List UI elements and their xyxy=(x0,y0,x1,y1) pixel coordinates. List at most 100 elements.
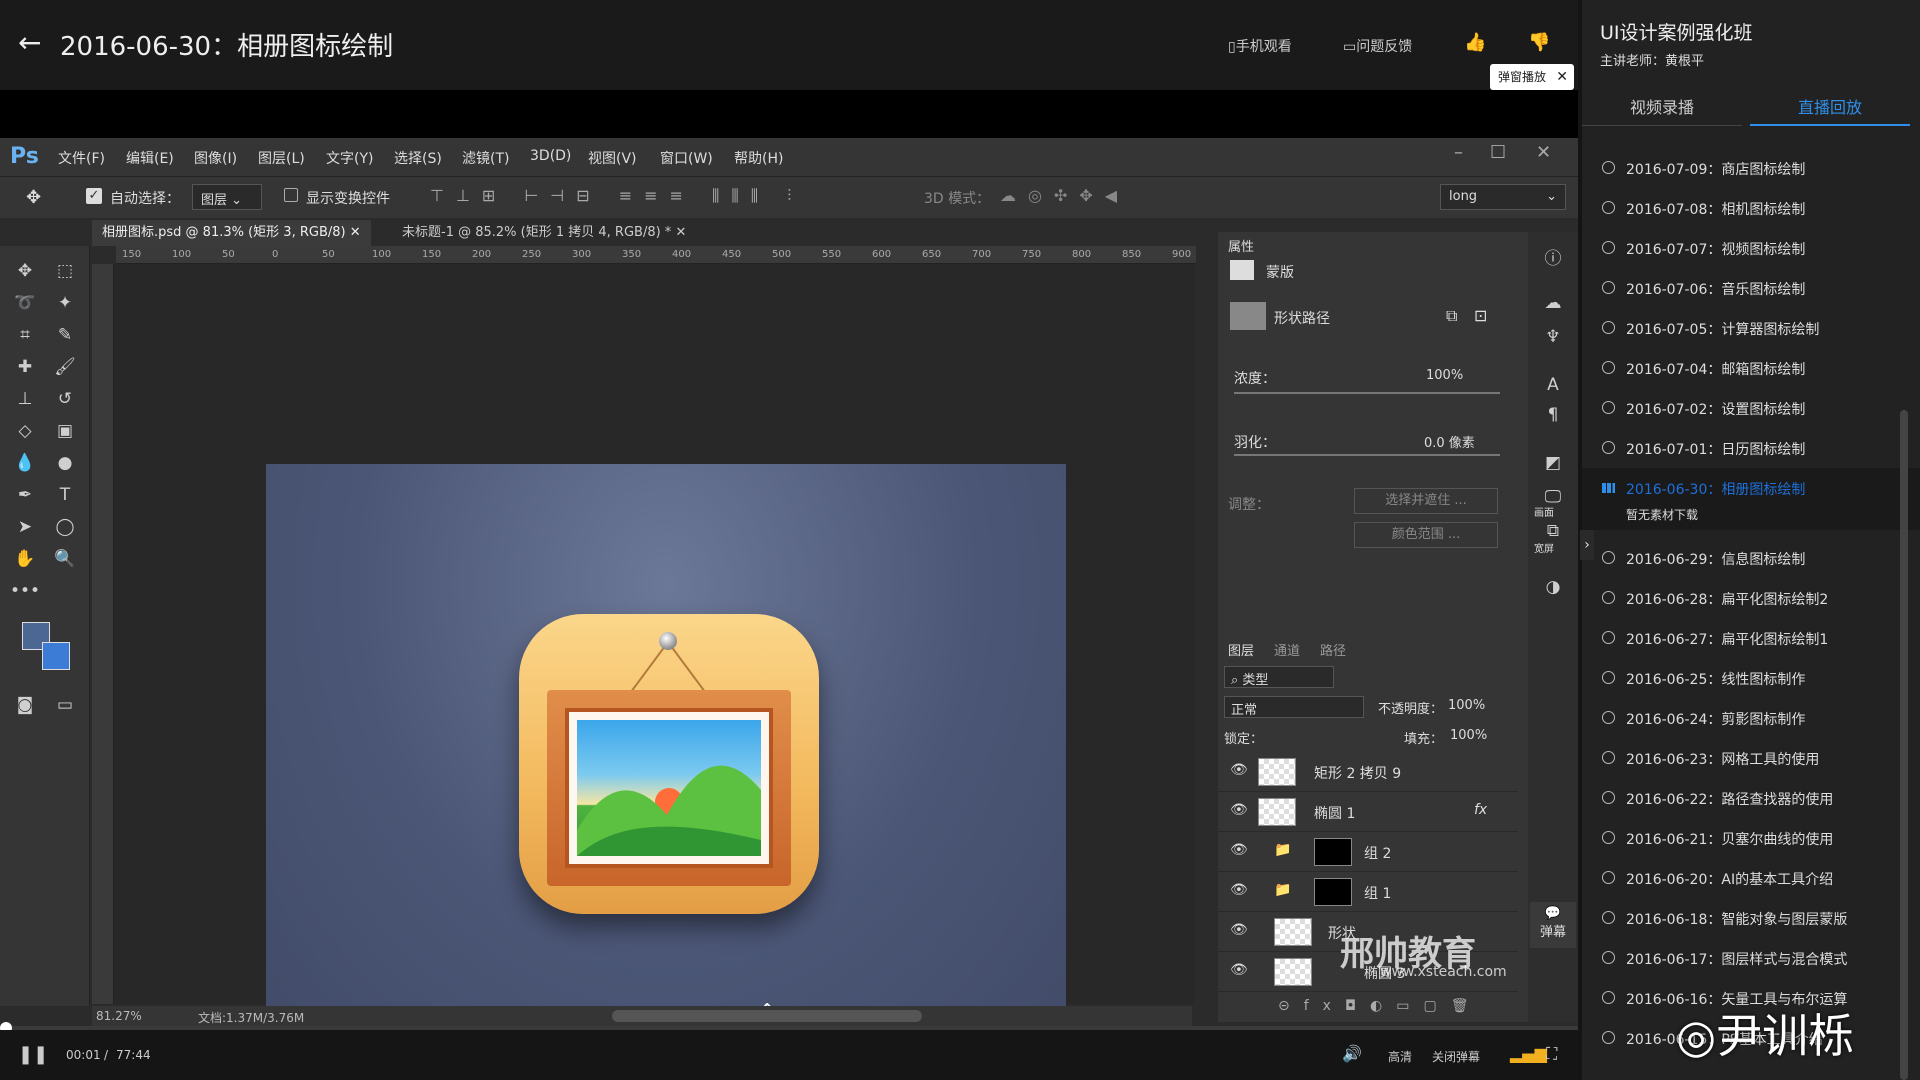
lesson-item[interactable]: 2016-07-09：商店图标绘制 xyxy=(1582,148,1920,188)
vector-mask-icon[interactable]: ⊡ xyxy=(1474,306,1487,325)
lesson-item-active[interactable]: 2016-06-30：相册图标绘制 暂无素材下载 xyxy=(1582,468,1920,530)
menu-view[interactable]: 视图(V) xyxy=(588,148,637,168)
dodge-tool-icon[interactable]: ● xyxy=(50,448,80,478)
eye-icon[interactable]: 👁 xyxy=(1230,842,1248,858)
auto-select-dropdown[interactable]: 图层 ⌄ xyxy=(192,184,262,210)
volume-icon[interactable]: 🔊 xyxy=(1342,1044,1362,1063)
tab-video-recording[interactable]: 视频录播 xyxy=(1582,90,1742,126)
workspace-dropdown[interactable]: long ⌄ xyxy=(1440,184,1566,210)
menu-type[interactable]: 文字(Y) xyxy=(326,148,373,168)
stamp-tool-icon[interactable]: ⊥ xyxy=(10,384,40,414)
layer-action-icons[interactable]: ⊝fx◘◐▭▢🗑 xyxy=(1278,998,1482,1014)
back-arrow-icon[interactable]: ← xyxy=(18,28,48,58)
move-tool-icon[interactable]: ✥ xyxy=(10,256,40,286)
lesson-item[interactable]: 2016-07-01：日历图标绘制 xyxy=(1582,428,1920,468)
magic-wand-icon[interactable]: ✦ xyxy=(50,288,80,318)
3d-tool-icons[interactable]: ☁◎✣✥◀ xyxy=(1000,186,1129,205)
align-icons[interactable]: ⊤⊥⊞ ⊢⊣⊟ ≡≡≡ ⫼⫼⫼ ⫶ xyxy=(430,186,803,206)
doc-tab-active[interactable]: 相册图标.psd @ 81.3% (矩形 3, RGB/8) ✕ xyxy=(92,220,371,246)
auto-select-checkbox[interactable]: ✓ xyxy=(86,188,102,204)
opacity-value[interactable]: 100% xyxy=(1448,698,1485,713)
mobile-watch-button[interactable]: ▯手机观看 xyxy=(1228,36,1292,56)
minimize-icon[interactable]: – xyxy=(1454,142,1463,163)
lesson-item[interactable]: 2016-06-17：图层样式与混合模式 xyxy=(1582,938,1920,978)
menu-edit[interactable]: 编辑(E) xyxy=(126,148,174,168)
menu-image[interactable]: 图像(I) xyxy=(194,148,237,168)
properties-tab[interactable]: 属性 xyxy=(1228,236,1254,255)
styles-icon[interactable]: ◑ xyxy=(1538,572,1568,602)
show-transform-checkbox[interactable] xyxy=(284,188,298,202)
lesson-item[interactable]: 2016-07-06：音乐图标绘制 xyxy=(1582,268,1920,308)
maximize-icon[interactable]: ☐ xyxy=(1490,142,1506,163)
layer-filter-dropdown[interactable]: ⌕ 类型 xyxy=(1224,666,1334,688)
add-mask-icon[interactable]: ⧉ xyxy=(1446,306,1457,326)
layer-group-row[interactable]: 👁 📁 组 2 xyxy=(1218,832,1518,872)
lesson-item[interactable]: 2016-07-07：视频图标绘制 xyxy=(1582,228,1920,268)
layer-row[interactable]: 👁 矩形 2 拷贝 9 xyxy=(1218,752,1518,792)
feather-slider[interactable] xyxy=(1234,454,1500,456)
collapse-sidebar-icon[interactable]: › xyxy=(1580,530,1594,560)
lesson-item[interactable]: 2016-06-21：贝塞尔曲线的使用 xyxy=(1582,818,1920,858)
canvas-area[interactable]: ⇕ xyxy=(114,264,1194,1064)
lesson-item[interactable]: 2016-06-29：信息图标绘制 xyxy=(1582,538,1920,578)
character-icon[interactable]: A xyxy=(1538,370,1568,400)
paragraph-icon[interactable]: ¶ xyxy=(1538,400,1568,430)
horizontal-scrollbar[interactable] xyxy=(612,1010,922,1022)
eye-icon[interactable]: 👁 xyxy=(1230,882,1248,898)
pause-icon[interactable]: ❚❚ xyxy=(18,1044,48,1065)
select-and-mask-button[interactable]: 选择并遮住 ... xyxy=(1354,488,1498,514)
color-range-button[interactable]: 颜色范围 ... xyxy=(1354,522,1498,548)
move-tool-icon[interactable]: ✥ xyxy=(26,187,41,208)
lesson-item[interactable]: 2016-07-05：计算器图标绘制 xyxy=(1582,308,1920,348)
lesson-item[interactable]: 2016-07-02：设置图标绘制 xyxy=(1582,388,1920,428)
lesson-item[interactable]: 2016-06-22：路径查找器的使用 xyxy=(1582,778,1920,818)
path-select-icon[interactable]: ➤ xyxy=(10,512,40,542)
ellipse-tool-icon[interactable]: ◯ xyxy=(50,512,80,542)
close-tab-icon[interactable]: ✕ xyxy=(675,225,686,240)
marquee-tool-icon[interactable]: ⬚ xyxy=(50,256,80,286)
lesson-item[interactable]: 2016-06-24：剪影图标制作 xyxy=(1582,698,1920,738)
lasso-tool-icon[interactable]: ➰ xyxy=(10,288,40,318)
screen-mode-icon[interactable]: ▭ xyxy=(50,690,80,720)
menu-select[interactable]: 选择(S) xyxy=(394,148,442,168)
blend-mode-dropdown[interactable]: 正常 xyxy=(1224,696,1364,718)
artboard[interactable]: ⇕ xyxy=(266,464,1066,1064)
info-icon[interactable]: ⓘ xyxy=(1538,244,1568,274)
close-icon[interactable]: ✕ xyxy=(1556,64,1568,90)
gradient-tool-icon[interactable]: ▣ xyxy=(50,416,80,446)
type-tool-icon[interactable]: T xyxy=(50,480,80,510)
fullscreen-icon[interactable]: ⛶ xyxy=(1546,1044,1557,1064)
density-slider[interactable] xyxy=(1234,392,1500,394)
eyedropper-icon[interactable]: ✎ xyxy=(50,320,80,350)
menu-layer[interactable]: 图层(L) xyxy=(258,148,305,168)
close-tab-icon[interactable]: ✕ xyxy=(350,225,361,240)
lesson-item[interactable]: 2016-07-04：邮箱图标绘制 xyxy=(1582,348,1920,388)
doc-tab[interactable]: 未标题-1 @ 85.2% (矩形 1 拷贝 4, RGB/8) * ✕ xyxy=(392,220,696,246)
dislike-icon[interactable]: 👎 xyxy=(1528,32,1550,53)
libraries-icon[interactable]: ☁ xyxy=(1538,288,1568,318)
hand-tool-icon[interactable]: ✋ xyxy=(10,544,40,574)
lesson-item[interactable]: 2016-06-27：扁平化图标绘制1 xyxy=(1582,618,1920,658)
background-color-swatch[interactable] xyxy=(42,642,70,670)
lesson-item[interactable]: 2016-06-18：智能对象与图层蒙版 xyxy=(1582,898,1920,938)
menu-filter[interactable]: 滤镜(T) xyxy=(462,148,509,168)
lesson-item[interactable]: 2016-07-08：相机图标绘制 xyxy=(1582,188,1920,228)
danmu-button[interactable]: 💬 弹幕 xyxy=(1530,902,1576,948)
adjustments-icon[interactable]: ◩ xyxy=(1538,448,1568,478)
tab-live-replay[interactable]: 直播回放 xyxy=(1750,90,1910,126)
lesson-item[interactable]: 2016-06-20：AI的基本工具介绍 xyxy=(1582,858,1920,898)
layer-row[interactable]: 👁 椭圆 1 fx xyxy=(1218,792,1518,832)
eye-icon[interactable]: 👁 xyxy=(1230,762,1248,778)
zoom-tool-icon[interactable]: 🔍 xyxy=(50,544,80,574)
menu-window[interactable]: 窗口(W) xyxy=(660,148,713,168)
lesson-item[interactable]: 2016-06-28：扁平化图标绘制2 xyxy=(1582,578,1920,618)
quick-mask-icon[interactable]: ◙ xyxy=(10,690,40,720)
brush-presets-icon[interactable]: ♆ xyxy=(1538,322,1568,352)
close-window-icon[interactable]: ✕ xyxy=(1536,142,1551,163)
crop-tool-icon[interactable]: ⌗ xyxy=(10,320,40,350)
close-danmu-button[interactable]: 关闭弹幕 xyxy=(1432,1048,1480,1065)
menu-help[interactable]: 帮助(H) xyxy=(734,148,783,168)
danmu-popup-tip[interactable]: 弹窗播放 ✕ xyxy=(1490,64,1575,90)
like-icon[interactable]: 👍 xyxy=(1464,32,1486,53)
eraser-icon[interactable]: ◇ xyxy=(10,416,40,446)
